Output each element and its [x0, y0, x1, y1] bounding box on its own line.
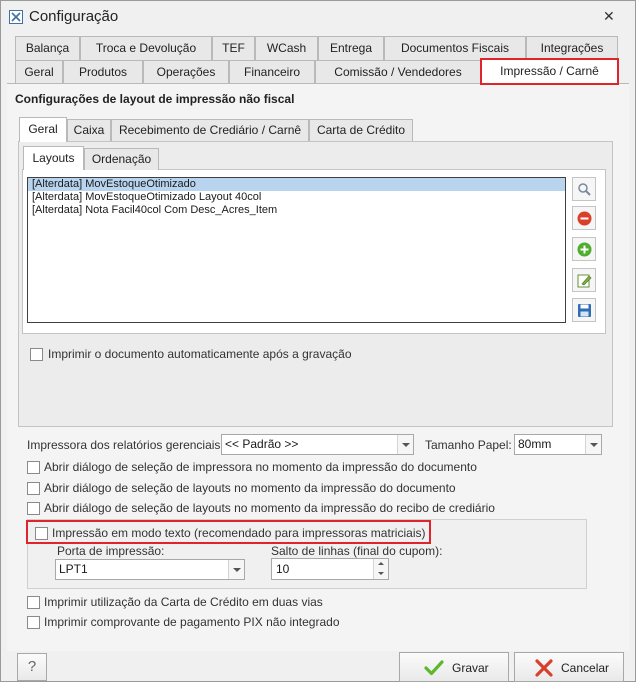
subtab-caixa[interactable]: Caixa — [67, 119, 111, 141]
carta-credito-two-copies-checkbox[interactable] — [27, 596, 40, 609]
pix-receipt-checkbox[interactable] — [27, 616, 40, 629]
text-mode-checkbox[interactable] — [35, 527, 48, 540]
tab-financeiro[interactable]: Financeiro — [229, 60, 315, 84]
option-printer-dialog-label: Abrir diálogo de seleção de impressora n… — [44, 460, 477, 474]
port-select[interactable]: LPT1 — [55, 559, 245, 580]
line-feed-spinner[interactable]: 10 — [271, 558, 389, 580]
cancel-x-icon — [535, 659, 553, 677]
save-button-label: Gravar — [452, 661, 489, 675]
tab-wcash[interactable]: WCash — [255, 36, 318, 60]
spin-down-icon[interactable] — [373, 569, 388, 579]
help-button[interactable]: ? — [17, 653, 47, 681]
cancel-button[interactable]: Cancelar — [514, 652, 624, 682]
printer-label: Impressora dos relatórios gerenciais: — [27, 438, 224, 452]
title-bar: Configuração ✕ — [1, 1, 635, 33]
tab-operacoes[interactable]: Operações — [143, 60, 229, 84]
save-icon — [578, 304, 591, 317]
text-mode-label: Impressão em modo texto (recomendado par… — [52, 526, 426, 540]
search-button[interactable] — [572, 177, 596, 201]
innertab-layouts[interactable]: Layouts — [23, 146, 84, 170]
remove-icon — [577, 211, 592, 226]
tab-balanca[interactable]: Balança — [15, 36, 80, 60]
add-button[interactable] — [572, 237, 596, 261]
section-title: Configurações de layout de impressão não… — [15, 92, 295, 106]
search-icon — [578, 183, 591, 196]
pix-receipt-label: Imprimir comprovante de pagamento PIX nã… — [44, 615, 340, 629]
app-logo-icon — [9, 10, 23, 24]
layouts-listbox[interactable]: [Alterdata] MovEstoqueOtimizado [Alterda… — [27, 177, 566, 323]
list-item[interactable]: [Alterdata] Nota Facil40col Com Desc_Acr… — [28, 204, 565, 217]
option-printer-dialog-checkbox[interactable] — [27, 461, 40, 474]
subtab-recebimento-crediario[interactable]: Recebimento de Crediário / Carnê — [111, 119, 309, 141]
tab-produtos[interactable]: Produtos — [63, 60, 143, 84]
tab-troca-devolucao[interactable]: Troca e Devolução — [80, 36, 212, 60]
window-title: Configuração — [29, 8, 119, 25]
auto-print-checkbox[interactable] — [30, 348, 43, 361]
tab-geral[interactable]: Geral — [15, 60, 63, 84]
tab-impressao-carne[interactable]: Impressão / Carnê — [481, 59, 618, 84]
subtab-carta-credito[interactable]: Carta de Crédito — [309, 119, 413, 141]
edit-icon — [577, 274, 592, 288]
port-label: Porta de impressão: — [57, 544, 165, 558]
auto-print-label: Imprimir o documento automaticamente apó… — [48, 347, 352, 361]
option-receipt-layout-checkbox[interactable] — [27, 502, 40, 515]
remove-button[interactable] — [572, 206, 596, 230]
tab-documentos-fiscais[interactable]: Documentos Fiscais — [384, 36, 526, 60]
edit-button[interactable] — [572, 268, 596, 292]
save-layout-button[interactable] — [572, 298, 596, 322]
spin-up-icon[interactable] — [373, 559, 388, 569]
option-layout-dialog-checkbox[interactable] — [27, 482, 40, 495]
subtab-geral[interactable]: Geral — [19, 117, 67, 142]
option-receipt-layout-label: Abrir diálogo de seleção de layouts no m… — [44, 501, 495, 515]
cancel-button-label: Cancelar — [561, 661, 610, 675]
option-layout-dialog-label: Abrir diálogo de seleção de layouts no m… — [44, 481, 456, 495]
tab-entrega[interactable]: Entrega — [318, 36, 384, 60]
close-icon[interactable]: ✕ — [603, 8, 615, 25]
chevron-down-icon — [397, 435, 413, 454]
tab-integracoes[interactable]: Integrações — [526, 36, 618, 60]
paper-size-select[interactable]: 80mm — [514, 434, 602, 455]
save-button[interactable]: Gravar — [399, 652, 509, 682]
line-feed-label: Salto de linhas (final do cupom): — [271, 544, 443, 558]
paper-size-label: Tamanho Papel: — [425, 438, 512, 452]
configuration-window: Configuração ✕ Balança Troca e Devolução… — [0, 0, 636, 682]
checkmark-icon — [424, 660, 444, 676]
innertab-ordenacao[interactable]: Ordenação — [84, 148, 159, 170]
add-icon — [577, 242, 592, 257]
printer-select[interactable]: << Padrão >> — [221, 434, 414, 455]
carta-credito-two-copies-label: Imprimir utilização da Carta de Crédito … — [44, 595, 323, 609]
list-item[interactable]: [Alterdata] MovEstoqueOtimizado — [28, 178, 565, 191]
chevron-down-icon — [228, 560, 244, 579]
tab-tef[interactable]: TEF — [212, 36, 255, 60]
chevron-down-icon — [585, 435, 601, 454]
list-item[interactable]: [Alterdata] MovEstoqueOtimizado Layout 4… — [28, 191, 565, 204]
tab-comissao-vendedores[interactable]: Comissão / Vendedores — [315, 60, 481, 84]
